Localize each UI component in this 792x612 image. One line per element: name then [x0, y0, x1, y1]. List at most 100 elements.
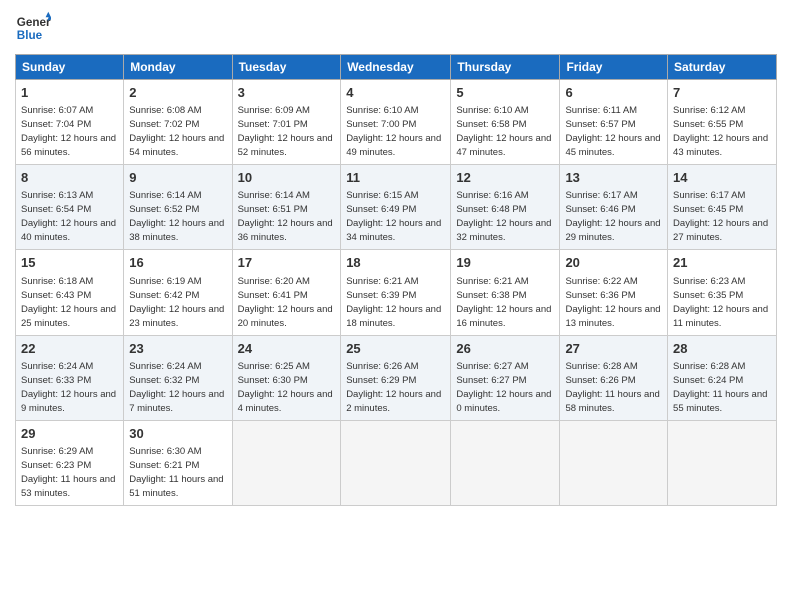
day-info: Sunrise: 6:26 AMSunset: 6:29 PMDaylight:… — [346, 361, 441, 414]
day-cell-15: 15 Sunrise: 6:18 AMSunset: 6:43 PMDaylig… — [16, 250, 124, 335]
day-number: 29 — [21, 425, 118, 443]
day-cell-9: 9 Sunrise: 6:14 AMSunset: 6:52 PMDayligh… — [124, 165, 232, 250]
day-number: 30 — [129, 425, 226, 443]
day-number: 12 — [456, 169, 554, 187]
day-cell-26: 26 Sunrise: 6:27 AMSunset: 6:27 PMDaylig… — [451, 335, 560, 420]
empty-cell — [560, 420, 668, 505]
day-number: 17 — [238, 254, 336, 272]
week-row-5: 29 Sunrise: 6:29 AMSunset: 6:23 PMDaylig… — [16, 420, 777, 505]
week-row-4: 22 Sunrise: 6:24 AMSunset: 6:33 PMDaylig… — [16, 335, 777, 420]
day-info: Sunrise: 6:10 AMSunset: 7:00 PMDaylight:… — [346, 105, 441, 158]
day-cell-30: 30 Sunrise: 6:30 AMSunset: 6:21 PMDaylig… — [124, 420, 232, 505]
day-info: Sunrise: 6:21 AMSunset: 6:39 PMDaylight:… — [346, 276, 441, 329]
day-cell-21: 21 Sunrise: 6:23 AMSunset: 6:35 PMDaylig… — [668, 250, 777, 335]
day-info: Sunrise: 6:29 AMSunset: 6:23 PMDaylight:… — [21, 446, 115, 499]
day-info: Sunrise: 6:28 AMSunset: 6:26 PMDaylight:… — [565, 361, 659, 414]
day-cell-23: 23 Sunrise: 6:24 AMSunset: 6:32 PMDaylig… — [124, 335, 232, 420]
day-cell-17: 17 Sunrise: 6:20 AMSunset: 6:41 PMDaylig… — [232, 250, 341, 335]
day-number: 22 — [21, 340, 118, 358]
day-cell-2: 2 Sunrise: 6:08 AMSunset: 7:02 PMDayligh… — [124, 80, 232, 165]
day-number: 9 — [129, 169, 226, 187]
day-info: Sunrise: 6:24 AMSunset: 6:33 PMDaylight:… — [21, 361, 116, 414]
day-number: 10 — [238, 169, 336, 187]
day-cell-11: 11 Sunrise: 6:15 AMSunset: 6:49 PMDaylig… — [341, 165, 451, 250]
logo: General Blue — [15, 10, 51, 46]
calendar-page: General Blue SundayMondayTuesdayWednesda… — [0, 0, 792, 612]
day-cell-24: 24 Sunrise: 6:25 AMSunset: 6:30 PMDaylig… — [232, 335, 341, 420]
day-cell-14: 14 Sunrise: 6:17 AMSunset: 6:45 PMDaylig… — [668, 165, 777, 250]
day-cell-22: 22 Sunrise: 6:24 AMSunset: 6:33 PMDaylig… — [16, 335, 124, 420]
day-info: Sunrise: 6:22 AMSunset: 6:36 PMDaylight:… — [565, 276, 660, 329]
day-number: 14 — [673, 169, 771, 187]
day-number: 20 — [565, 254, 662, 272]
day-cell-29: 29 Sunrise: 6:29 AMSunset: 6:23 PMDaylig… — [16, 420, 124, 505]
svg-text:General: General — [17, 16, 51, 29]
weekday-header-sunday: Sunday — [16, 55, 124, 80]
day-cell-13: 13 Sunrise: 6:17 AMSunset: 6:46 PMDaylig… — [560, 165, 668, 250]
day-number: 16 — [129, 254, 226, 272]
week-row-2: 8 Sunrise: 6:13 AMSunset: 6:54 PMDayligh… — [16, 165, 777, 250]
day-cell-3: 3 Sunrise: 6:09 AMSunset: 7:01 PMDayligh… — [232, 80, 341, 165]
day-cell-1: 1 Sunrise: 6:07 AMSunset: 7:04 PMDayligh… — [16, 80, 124, 165]
day-number: 2 — [129, 84, 226, 102]
day-info: Sunrise: 6:14 AMSunset: 6:51 PMDaylight:… — [238, 190, 333, 243]
day-number: 21 — [673, 254, 771, 272]
day-info: Sunrise: 6:21 AMSunset: 6:38 PMDaylight:… — [456, 276, 551, 329]
day-number: 23 — [129, 340, 226, 358]
day-cell-6: 6 Sunrise: 6:11 AMSunset: 6:57 PMDayligh… — [560, 80, 668, 165]
day-info: Sunrise: 6:24 AMSunset: 6:32 PMDaylight:… — [129, 361, 224, 414]
day-number: 4 — [346, 84, 445, 102]
empty-cell — [451, 420, 560, 505]
day-number: 24 — [238, 340, 336, 358]
day-info: Sunrise: 6:15 AMSunset: 6:49 PMDaylight:… — [346, 190, 441, 243]
day-number: 27 — [565, 340, 662, 358]
day-cell-7: 7 Sunrise: 6:12 AMSunset: 6:55 PMDayligh… — [668, 80, 777, 165]
day-cell-12: 12 Sunrise: 6:16 AMSunset: 6:48 PMDaylig… — [451, 165, 560, 250]
day-info: Sunrise: 6:16 AMSunset: 6:48 PMDaylight:… — [456, 190, 551, 243]
empty-cell — [232, 420, 341, 505]
day-info: Sunrise: 6:18 AMSunset: 6:43 PMDaylight:… — [21, 276, 116, 329]
day-number: 6 — [565, 84, 662, 102]
day-number: 3 — [238, 84, 336, 102]
day-cell-19: 19 Sunrise: 6:21 AMSunset: 6:38 PMDaylig… — [451, 250, 560, 335]
day-cell-25: 25 Sunrise: 6:26 AMSunset: 6:29 PMDaylig… — [341, 335, 451, 420]
day-cell-18: 18 Sunrise: 6:21 AMSunset: 6:39 PMDaylig… — [341, 250, 451, 335]
day-number: 25 — [346, 340, 445, 358]
day-info: Sunrise: 6:17 AMSunset: 6:45 PMDaylight:… — [673, 190, 768, 243]
day-info: Sunrise: 6:14 AMSunset: 6:52 PMDaylight:… — [129, 190, 224, 243]
day-number: 26 — [456, 340, 554, 358]
day-number: 28 — [673, 340, 771, 358]
week-row-3: 15 Sunrise: 6:18 AMSunset: 6:43 PMDaylig… — [16, 250, 777, 335]
day-number: 7 — [673, 84, 771, 102]
day-number: 1 — [21, 84, 118, 102]
calendar-table: SundayMondayTuesdayWednesdayThursdayFrid… — [15, 54, 777, 506]
day-cell-28: 28 Sunrise: 6:28 AMSunset: 6:24 PMDaylig… — [668, 335, 777, 420]
weekday-header-friday: Friday — [560, 55, 668, 80]
day-info: Sunrise: 6:09 AMSunset: 7:01 PMDaylight:… — [238, 105, 333, 158]
logo-icon: General Blue — [15, 10, 51, 46]
day-info: Sunrise: 6:10 AMSunset: 6:58 PMDaylight:… — [456, 105, 551, 158]
week-row-1: 1 Sunrise: 6:07 AMSunset: 7:04 PMDayligh… — [16, 80, 777, 165]
day-info: Sunrise: 6:12 AMSunset: 6:55 PMDaylight:… — [673, 105, 768, 158]
day-number: 5 — [456, 84, 554, 102]
day-cell-16: 16 Sunrise: 6:19 AMSunset: 6:42 PMDaylig… — [124, 250, 232, 335]
day-info: Sunrise: 6:30 AMSunset: 6:21 PMDaylight:… — [129, 446, 223, 499]
day-info: Sunrise: 6:19 AMSunset: 6:42 PMDaylight:… — [129, 276, 224, 329]
weekday-header-tuesday: Tuesday — [232, 55, 341, 80]
day-info: Sunrise: 6:08 AMSunset: 7:02 PMDaylight:… — [129, 105, 224, 158]
day-number: 11 — [346, 169, 445, 187]
day-cell-20: 20 Sunrise: 6:22 AMSunset: 6:36 PMDaylig… — [560, 250, 668, 335]
day-cell-4: 4 Sunrise: 6:10 AMSunset: 7:00 PMDayligh… — [341, 80, 451, 165]
day-info: Sunrise: 6:17 AMSunset: 6:46 PMDaylight:… — [565, 190, 660, 243]
day-cell-5: 5 Sunrise: 6:10 AMSunset: 6:58 PMDayligh… — [451, 80, 560, 165]
weekday-header-wednesday: Wednesday — [341, 55, 451, 80]
day-info: Sunrise: 6:23 AMSunset: 6:35 PMDaylight:… — [673, 276, 768, 329]
empty-cell — [341, 420, 451, 505]
day-number: 19 — [456, 254, 554, 272]
weekday-header-monday: Monday — [124, 55, 232, 80]
day-info: Sunrise: 6:27 AMSunset: 6:27 PMDaylight:… — [456, 361, 551, 414]
day-cell-8: 8 Sunrise: 6:13 AMSunset: 6:54 PMDayligh… — [16, 165, 124, 250]
day-info: Sunrise: 6:11 AMSunset: 6:57 PMDaylight:… — [565, 105, 660, 158]
day-info: Sunrise: 6:28 AMSunset: 6:24 PMDaylight:… — [673, 361, 767, 414]
weekday-header-saturday: Saturday — [668, 55, 777, 80]
